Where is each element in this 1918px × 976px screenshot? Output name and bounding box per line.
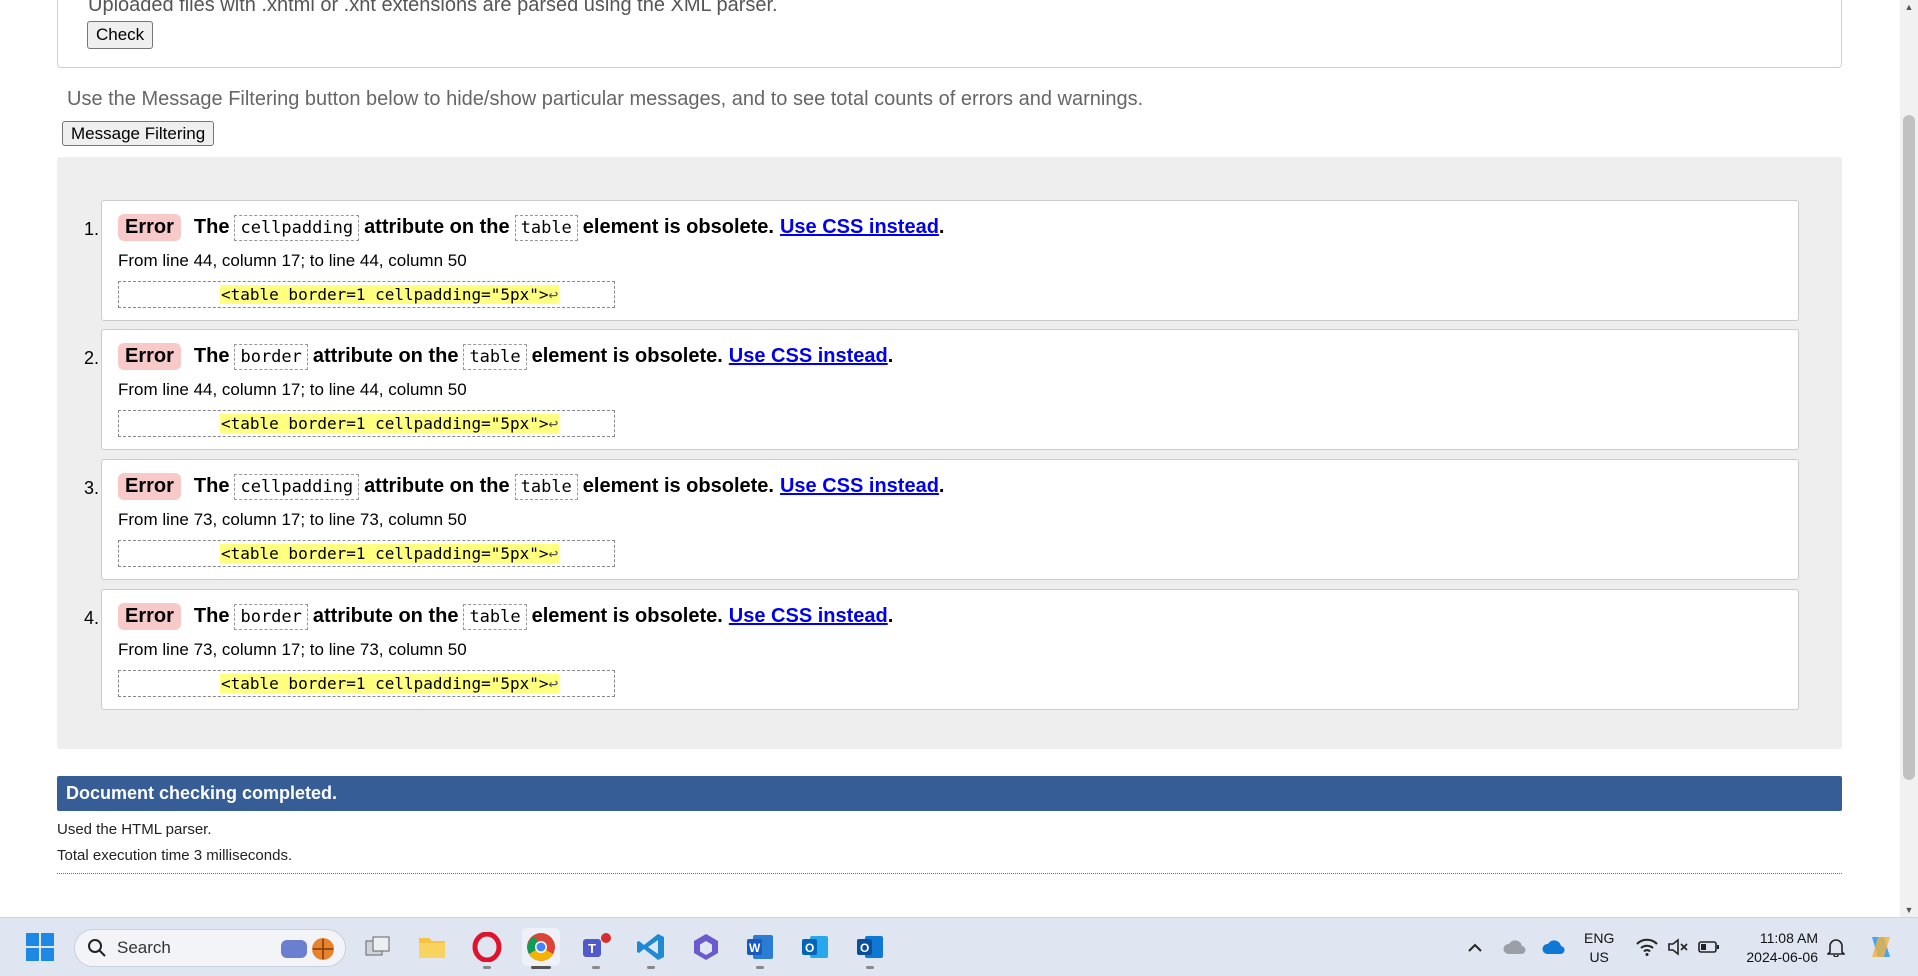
message-item: 2. Error The border attribute on the tab… — [84, 329, 1799, 450]
battery-icon[interactable] — [1690, 928, 1728, 966]
attribute-code: border — [234, 603, 308, 630]
return-icon: ↩ — [548, 285, 559, 304]
error-badge: Error — [118, 473, 181, 500]
return-icon: ↩ — [548, 544, 559, 563]
element-code: table — [463, 603, 527, 630]
task-view-icon[interactable] — [359, 928, 397, 966]
check-button[interactable]: Check — [87, 21, 154, 49]
message-location: From line 44, column 17; to line 44, col… — [118, 380, 467, 399]
browser-viewport: Uploaded files with .xhtml or .xht exten… — [0, 0, 1900, 917]
message-location: From line 73, column 17; to line 73, col… — [118, 640, 467, 659]
use-css-link[interactable]: Use CSS instead — [780, 216, 939, 239]
svg-text:W: W — [749, 941, 761, 955]
message-text: The — [193, 216, 230, 238]
source-extract: <table border=1 cellpadding="5px">↩ — [118, 410, 615, 437]
extract-highlight: <table border=1 cellpadding="5px">↩ — [220, 285, 560, 304]
scroll-up-icon[interactable]: ▲ — [1900, 0, 1918, 14]
message-text: element is obsolete. — [582, 216, 774, 238]
scroll-down-icon[interactable]: ▼ — [1900, 903, 1918, 917]
message-number: 1. — [83, 219, 99, 239]
use-css-link[interactable]: Use CSS instead — [780, 475, 939, 498]
message-location: From line 44, column 17; to line 44, col… — [118, 251, 467, 270]
message-text: element is obsolete. — [582, 475, 774, 497]
cloud-icon[interactable] — [1495, 928, 1533, 966]
extract-highlight: <table border=1 cellpadding="5px">↩ — [220, 414, 560, 433]
language-indicator[interactable]: ENG US — [1584, 929, 1614, 967]
svg-text:O: O — [860, 941, 869, 955]
message-item: 4. Error The border attribute on the tab… — [84, 589, 1799, 710]
error-badge: Error — [118, 343, 181, 370]
error-badge: Error — [118, 214, 181, 241]
message-heading: Error The border attribute on the table … — [118, 343, 893, 370]
message-number: 4. — [83, 608, 99, 628]
search-highlight-icon — [281, 938, 334, 960]
checking-completed-bar: Document checking completed. — [57, 776, 1842, 811]
svg-text:T: T — [588, 941, 596, 956]
chevron-up-icon[interactable] — [1456, 928, 1494, 966]
message-heading: Error The cellpadding attribute on the t… — [118, 214, 944, 241]
message-text: attribute on the — [312, 345, 459, 367]
outlook-new-icon[interactable]: O — [851, 928, 889, 969]
extract-highlight: <table border=1 cellpadding="5px">↩ — [220, 544, 560, 563]
divider — [57, 873, 1842, 874]
copilot-pre-icon[interactable] — [1862, 928, 1900, 966]
source-extract: <table border=1 cellpadding="5px">↩ — [118, 281, 615, 308]
search-icon — [88, 939, 106, 957]
element-code: table — [463, 343, 527, 370]
system-clock[interactable]: 11:08 AM 2024-06-06 — [1734, 929, 1818, 967]
taskbar-search[interactable]: Search — [74, 929, 346, 967]
message-text: element is obsolete. — [531, 345, 723, 367]
message-location: From line 73, column 17; to line 73, col… — [118, 510, 467, 529]
message-text: element is obsolete. — [531, 605, 723, 627]
message-text: attribute on the — [364, 216, 510, 238]
source-extract: <table border=1 cellpadding="5px">↩ — [118, 670, 615, 697]
scroll-thumb[interactable] — [1903, 115, 1915, 780]
return-icon: ↩ — [548, 414, 559, 433]
attribute-code: cellpadding — [234, 473, 360, 500]
message-item: 3. Error The cellpadding attribute on th… — [84, 459, 1799, 580]
message-heading: Error The border attribute on the table … — [118, 603, 893, 630]
message-number: 2. — [83, 348, 99, 368]
element-code: table — [514, 214, 578, 241]
message-text: The — [193, 605, 230, 627]
onedrive-icon[interactable] — [1534, 928, 1572, 966]
notification-bell-icon[interactable] — [1817, 928, 1855, 966]
vscode-icon[interactable] — [632, 928, 670, 969]
message-heading: Error The cellpadding attribute on the t… — [118, 473, 944, 500]
copilot-icon[interactable] — [687, 928, 725, 966]
upload-form: Uploaded files with .xhtml or .xht exten… — [57, 0, 1842, 68]
upload-note: Uploaded files with .xhtml or .xht exten… — [88, 0, 778, 16]
attribute-code: cellpadding — [234, 214, 360, 241]
message-filtering-button[interactable]: Message Filtering — [62, 121, 215, 146]
opera-icon[interactable] — [468, 928, 506, 969]
message-item: 1. Error The cellpadding attribute on th… — [84, 200, 1799, 321]
start-icon[interactable] — [21, 928, 59, 966]
file-explorer-icon[interactable] — [413, 928, 451, 966]
search-label: Search — [117, 938, 171, 957]
message-text: The — [193, 345, 230, 367]
teams-icon[interactable]: T — [577, 928, 615, 969]
error-badge: Error — [118, 603, 181, 630]
windows-taskbar: Search T W O O ENG US 11:08 AM 2024-06-0… — [0, 917, 1918, 976]
message-text: attribute on the — [364, 475, 510, 497]
word-icon[interactable]: W — [741, 928, 779, 969]
attribute-code: border — [234, 343, 308, 370]
use-css-link[interactable]: Use CSS instead — [729, 345, 888, 368]
svg-text:O: O — [805, 941, 814, 955]
chrome-icon[interactable] — [522, 928, 560, 969]
parser-info: Used the HTML parser. — [57, 821, 212, 838]
filter-note: Use the Message Filtering button below t… — [67, 88, 1144, 110]
message-text: The — [193, 475, 230, 497]
execution-time: Total execution time 3 milliseconds. — [57, 847, 293, 864]
message-text: attribute on the — [312, 605, 459, 627]
page-scrollbar[interactable]: ▲ ▼ — [1900, 0, 1918, 917]
element-code: table — [514, 473, 578, 500]
source-extract: <table border=1 cellpadding="5px">↩ — [118, 540, 615, 567]
message-number: 3. — [83, 478, 99, 498]
extract-highlight: <table border=1 cellpadding="5px">↩ — [220, 674, 560, 693]
outlook-icon[interactable]: O — [796, 928, 834, 966]
results-panel: 1. Error The cellpadding attribute on th… — [57, 157, 1842, 749]
use-css-link[interactable]: Use CSS instead — [729, 605, 888, 628]
return-icon: ↩ — [548, 674, 559, 693]
